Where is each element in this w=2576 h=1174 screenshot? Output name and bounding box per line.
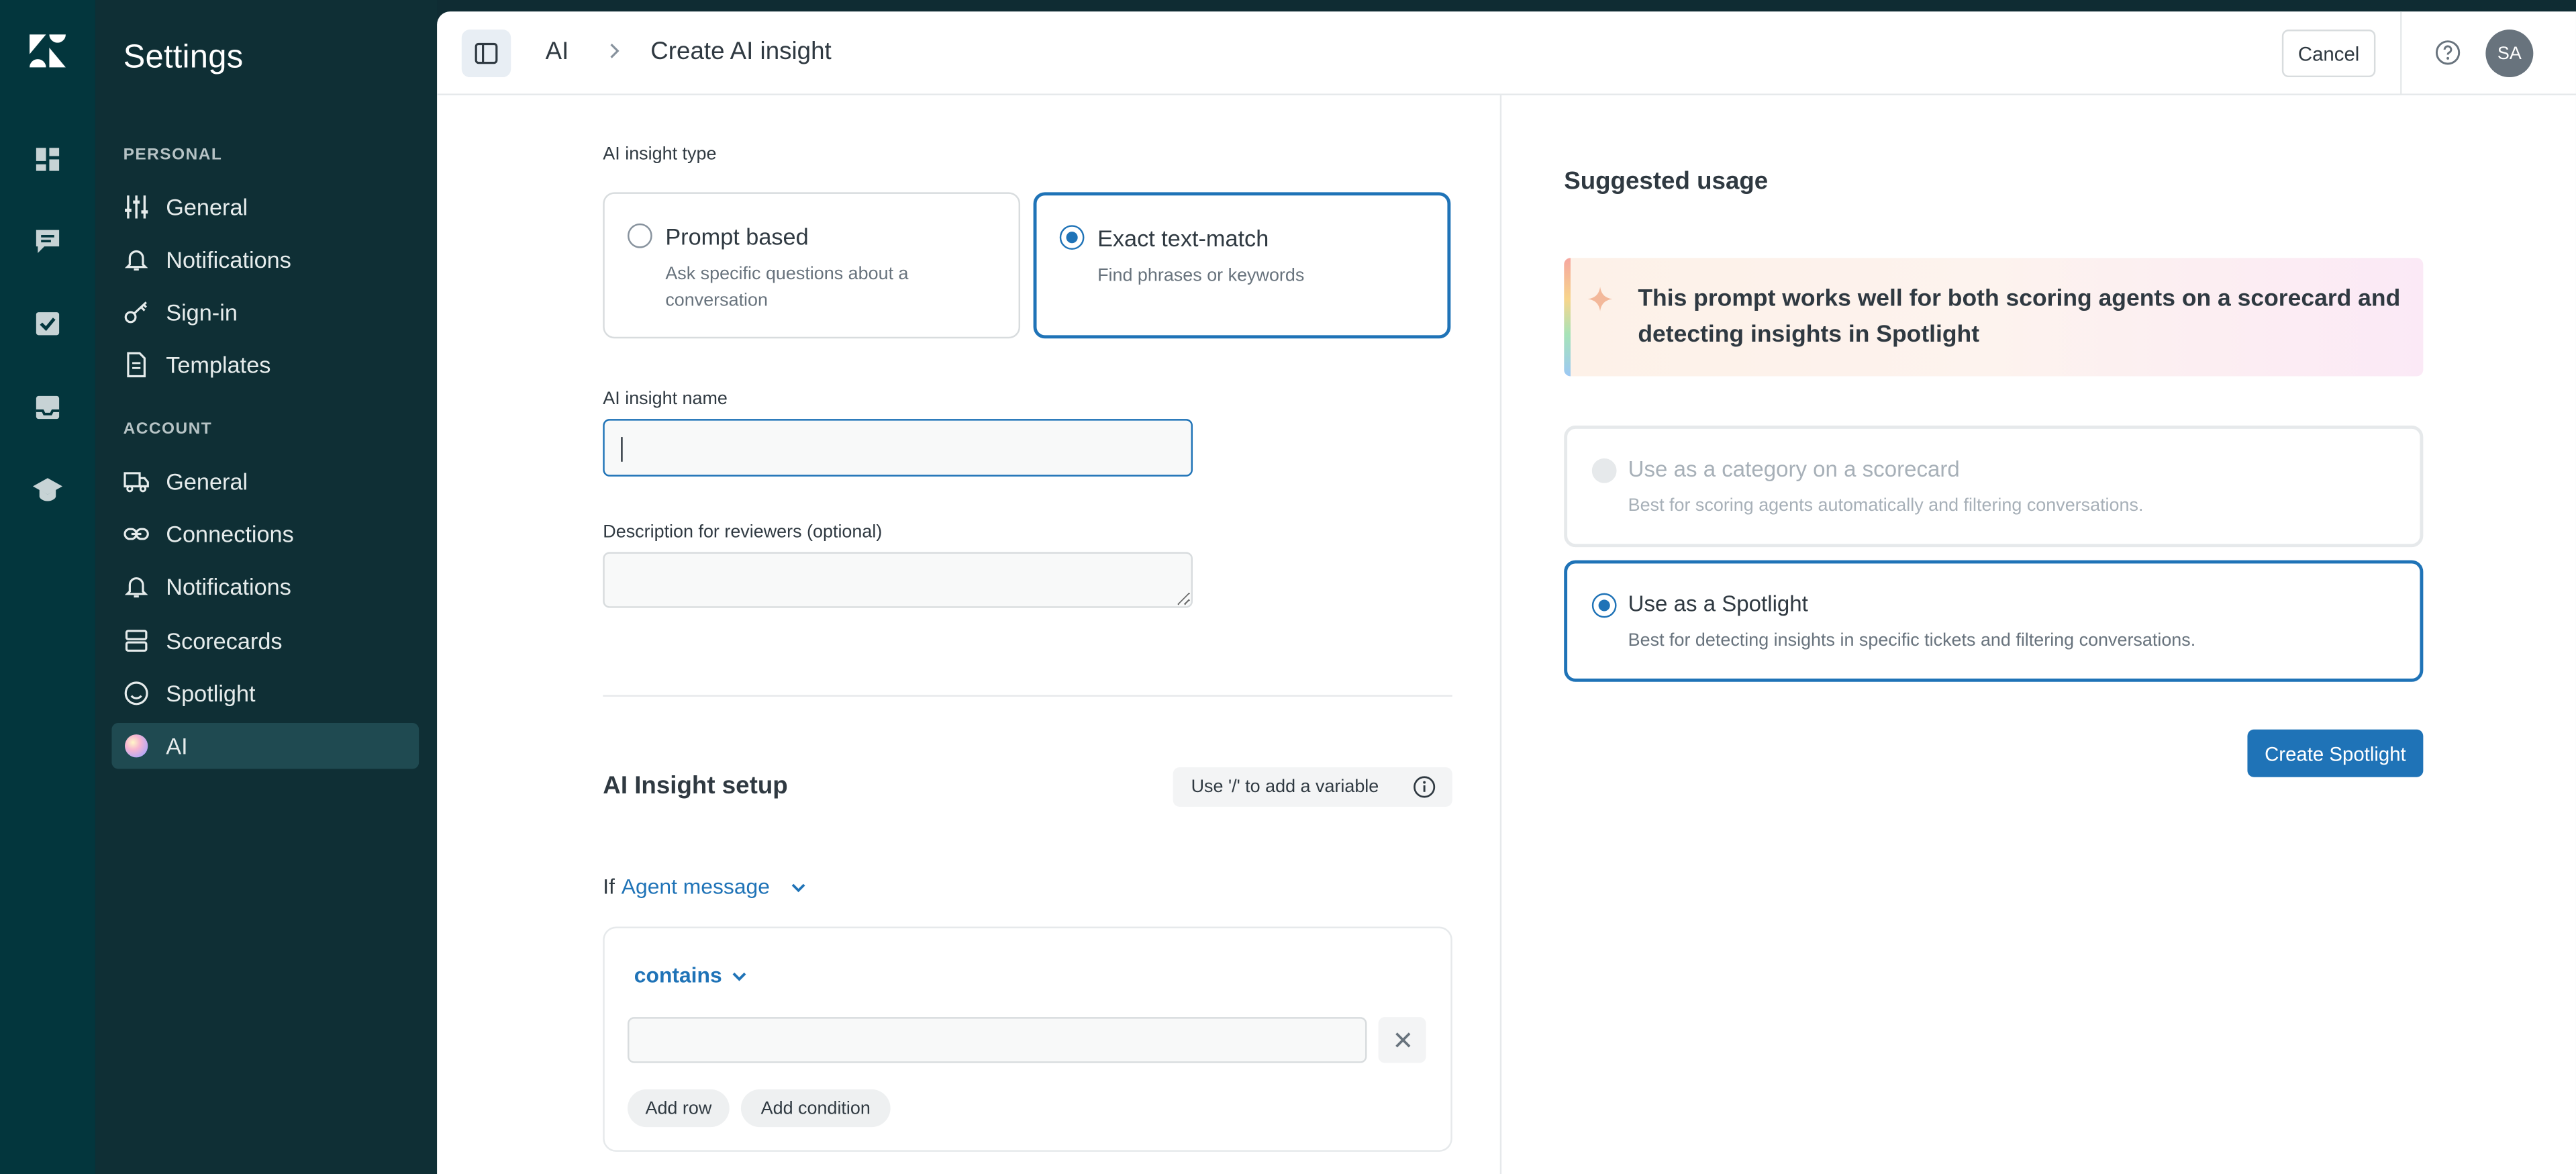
- suggestion-banner: This prompt works well for both scoring …: [1564, 258, 2424, 377]
- type-option-prompt-based[interactable]: Prompt based Ask specific questions abou…: [603, 192, 1021, 339]
- toggle-sidebar-button[interactable]: [461, 30, 511, 78]
- sidebar-item-ai[interactable]: AI: [111, 722, 419, 769]
- sidebar-item-account-notifications[interactable]: Notifications: [111, 564, 419, 610]
- banner-accent-edge: [1564, 258, 1571, 377]
- variable-hint-text: Use '/' to add a variable: [1191, 777, 1379, 797]
- add-row-button[interactable]: Add row: [628, 1089, 730, 1128]
- remove-row-button[interactable]: [1378, 1017, 1426, 1063]
- sidebar-item-label: Scorecards: [166, 628, 283, 654]
- key-icon: [124, 301, 147, 324]
- link-icon: [123, 528, 149, 540]
- usage-option-description: Best for detecting insights in specific …: [1628, 630, 2196, 651]
- sidebar-panel-icon: [475, 42, 498, 64]
- suggested-usage-title: Suggested usage: [1564, 167, 1769, 196]
- insight-name-input[interactable]: [603, 419, 1193, 477]
- add-condition-button[interactable]: Add condition: [740, 1089, 891, 1128]
- header-divider: [2400, 11, 2402, 95]
- sidebar-item-sign-in[interactable]: Sign-in: [111, 289, 419, 336]
- type-option-description: Ask specific questions about a conversat…: [665, 264, 909, 311]
- usage-option-spotlight[interactable]: Use as a Spotlight Best for detecting in…: [1564, 560, 2424, 682]
- breadcrumb-root-link[interactable]: AI: [546, 38, 569, 66]
- page-title: Create AI insight: [650, 38, 832, 66]
- inbox-icon[interactable]: [32, 391, 64, 424]
- description-label: Description for reviewers (optional): [603, 522, 883, 542]
- app-rail: [0, 0, 95, 1174]
- radio-exact-text-match[interactable]: [1059, 225, 1085, 250]
- sidebar-item-personal-general[interactable]: General: [111, 184, 419, 230]
- info-icon[interactable]: [1413, 775, 1436, 798]
- radio-scorecard: [1591, 458, 1617, 483]
- setup-section-title: AI Insight setup: [603, 772, 788, 801]
- sidebar-item-templates[interactable]: Templates: [111, 342, 419, 388]
- sidebar-item-label: Notifications: [166, 246, 291, 273]
- variable-hint: Use '/' to add a variable: [1173, 767, 1452, 807]
- sidebar-item-label: Notifications: [166, 573, 291, 600]
- user-avatar[interactable]: SA: [2485, 30, 2534, 78]
- chevron-down-icon[interactable]: [786, 875, 809, 897]
- section-heading-account: ACCOUNT: [123, 420, 213, 439]
- cancel-button[interactable]: Cancel: [2281, 30, 2376, 78]
- sidebar-item-label: Spotlight: [166, 680, 256, 707]
- sidebar-item-label: Connections: [166, 520, 294, 548]
- sidebar-item-label: Templates: [166, 351, 271, 378]
- main-panel: AI Create AI insight Cancel SA AI insigh…: [437, 11, 2576, 1174]
- type-option-title: Prompt based: [665, 223, 809, 250]
- chevron-down-icon: [733, 971, 747, 981]
- suggestion-text: This prompt works well for both scoring …: [1638, 285, 2401, 348]
- sidebar-item-account-general[interactable]: General: [111, 458, 419, 505]
- usage-option-title: Use as a category on a scorecard: [1628, 456, 1960, 482]
- smiley-icon: [124, 681, 148, 705]
- create-spotlight-button[interactable]: Create Spotlight: [2247, 729, 2424, 777]
- operator-label: contains: [634, 963, 722, 988]
- sidebar-item-label: Sign-in: [166, 299, 238, 326]
- description-textarea[interactable]: [603, 552, 1193, 608]
- zendesk-logo-icon[interactable]: [28, 33, 68, 69]
- condition-value-input[interactable]: [628, 1017, 1367, 1063]
- usage-option-scorecard: Use as a category on a scorecard Best fo…: [1564, 425, 2424, 548]
- insight-type-label: AI insight type: [603, 144, 717, 164]
- sidebar-item-personal-notifications[interactable]: Notifications: [111, 236, 419, 283]
- if-keyword: If: [603, 874, 615, 899]
- sidebar-item-label: AI: [166, 732, 188, 759]
- sliders-icon: [125, 195, 148, 219]
- type-option-exact-text-match[interactable]: Exact text-match Find phrases or keyword…: [1033, 192, 1451, 339]
- condition-if-row: If Agent message: [603, 874, 809, 899]
- document-icon: [127, 352, 146, 378]
- usage-option-title: Use as a Spotlight: [1628, 591, 1808, 616]
- radio-prompt-based[interactable]: [628, 223, 652, 248]
- column-divider: [1499, 95, 1502, 1174]
- sidebar-item-label: General: [166, 193, 248, 220]
- usage-option-description: Best for scoring agents automatically an…: [1628, 496, 2144, 516]
- reviews-checkbox-icon[interactable]: [32, 307, 64, 340]
- sidebar-item-label: General: [166, 468, 248, 495]
- type-option-description: Find phrases or keywords: [1097, 266, 1305, 286]
- condition-subject-dropdown[interactable]: Agent message: [622, 874, 770, 899]
- sidebar-item-spotlight[interactable]: Spotlight: [111, 671, 419, 717]
- bell-icon: [124, 577, 148, 598]
- conversations-icon[interactable]: [32, 225, 64, 258]
- sidebar-item-scorecards[interactable]: Scorecards: [111, 618, 419, 664]
- truck-icon: [123, 472, 149, 493]
- operator-dropdown[interactable]: contains: [634, 963, 750, 987]
- section-divider: [603, 695, 1452, 697]
- sparkle-icon: [1587, 287, 1613, 311]
- close-icon: [1395, 1032, 1410, 1048]
- top-bar: AI Create AI insight Cancel SA: [437, 11, 2576, 95]
- insight-name-label: AI insight name: [603, 389, 728, 409]
- settings-sidebar: Settings PERSONAL General Notifications …: [95, 0, 438, 1174]
- text-cursor: [621, 437, 623, 462]
- scorecard-icon: [125, 630, 148, 652]
- sidebar-item-connections[interactable]: Connections: [111, 511, 419, 557]
- sidebar-title: Settings: [123, 39, 244, 76]
- learning-cap-icon[interactable]: [32, 473, 64, 506]
- section-heading-personal: PERSONAL: [123, 146, 223, 164]
- chevron-right-icon: [610, 43, 620, 58]
- bell-icon: [124, 250, 148, 271]
- help-icon[interactable]: [2434, 40, 2461, 66]
- ai-orb-icon: [125, 734, 148, 758]
- dashboard-icon[interactable]: [32, 143, 64, 176]
- type-option-title: Exact text-match: [1097, 225, 1269, 252]
- radio-spotlight[interactable]: [1591, 593, 1617, 618]
- condition-box: contains Add row Add condition: [603, 926, 1452, 1152]
